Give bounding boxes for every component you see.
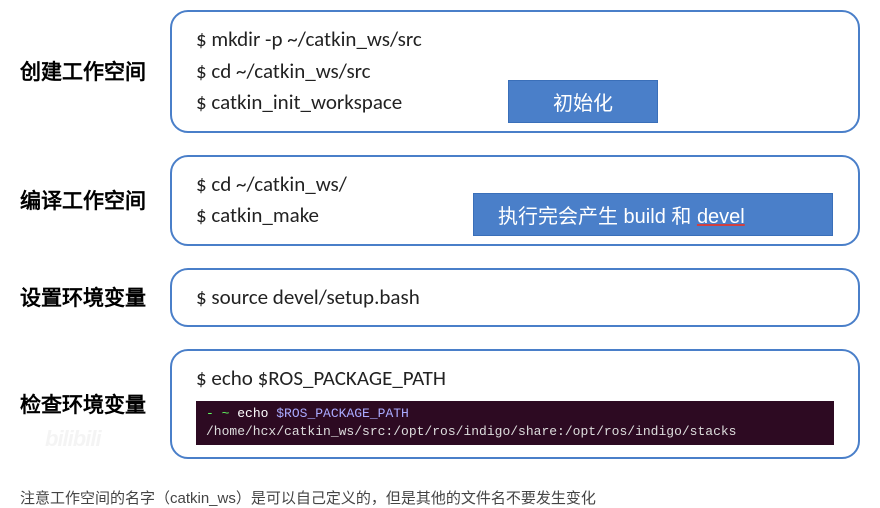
command-line: $ mkdir -p ~/catkin_ws/src — [196, 24, 834, 56]
tag-suffix-underline: devel — [697, 206, 745, 228]
terminal-prompt: - ~ — [206, 406, 237, 421]
command-box: $ source devel/setup.bash — [170, 268, 860, 328]
terminal-var: $ROS_PACKAGE_PATH — [276, 406, 409, 421]
terminal-path-output: /home/hcx/catkin_ws/src:/opt/ros/indigo/… — [206, 424, 737, 439]
section-compile-workspace: 编译工作空间 $ cd ~/catkin_ws/ $ catkin_make 执… — [20, 155, 860, 246]
section-set-env: 设置环境变量 $ source devel/setup.bash — [20, 268, 860, 328]
section-check-env: 检查环境变量 $ echo $ROS_PACKAGE_PATH - ~ echo… — [20, 349, 860, 459]
terminal-output: - ~ echo $ROS_PACKAGE_PATH /home/hcx/cat… — [196, 401, 834, 445]
annotation-tag-build-devel: 执行完会产生 build 和 devel — [473, 193, 833, 236]
command-box: $ echo $ROS_PACKAGE_PATH - ~ echo $ROS_P… — [170, 349, 860, 459]
annotation-tag-init: 初始化 — [508, 80, 658, 123]
footer-note: 注意工作空间的名字（catkin_ws）是可以自己定义的，但是其他的文件名不要发… — [20, 487, 860, 508]
section-label: 设置环境变量 — [20, 282, 170, 312]
command-list: $ source devel/setup.bash — [196, 282, 834, 314]
tag-prefix: 执行完会产生 build 和 — [498, 206, 697, 228]
command-line: $ echo $ROS_PACKAGE_PATH — [196, 363, 834, 395]
section-label: 检查环境变量 — [20, 389, 170, 419]
section-label: 创建工作空间 — [20, 56, 170, 86]
command-line: $ source devel/setup.bash — [196, 282, 834, 314]
command-box: $ mkdir -p ~/catkin_ws/src $ cd ~/catkin… — [170, 10, 860, 133]
section-create-workspace: 创建工作空间 $ mkdir -p ~/catkin_ws/src $ cd ~… — [20, 10, 860, 133]
command-list: $ echo $ROS_PACKAGE_PATH — [196, 363, 834, 395]
section-label: 编译工作空间 — [20, 185, 170, 215]
terminal-echo: echo — [237, 406, 276, 421]
command-box: $ cd ~/catkin_ws/ $ catkin_make 执行完会产生 b… — [170, 155, 860, 246]
